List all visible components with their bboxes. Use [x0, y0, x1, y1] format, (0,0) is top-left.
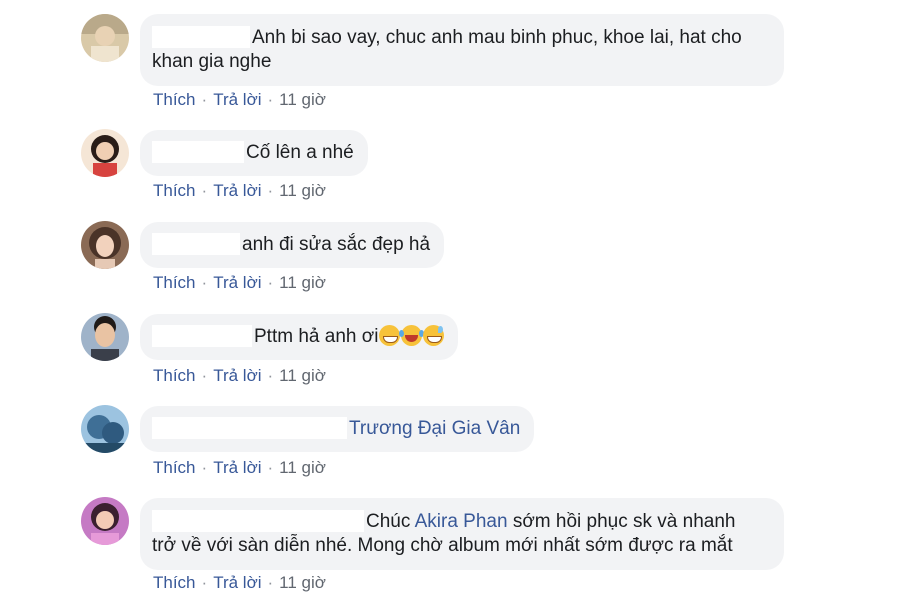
separator: ·: [267, 90, 274, 109]
comment-bubble: Anh bi sao vay, chuc anh mau binh phuc, …: [140, 14, 784, 86]
separator: ·: [201, 90, 208, 109]
separator: ·: [201, 181, 208, 200]
user-avatar[interactable]: [81, 14, 129, 62]
timestamp-link[interactable]: 11 giờ: [279, 273, 326, 292]
reply-link[interactable]: Trả lời: [213, 458, 261, 477]
comment-actions: Thích · Trả lời · 11 giờ: [153, 458, 326, 478]
like-link[interactable]: Thích: [153, 90, 196, 109]
like-link[interactable]: Thích: [153, 273, 196, 292]
user-avatar[interactable]: [81, 497, 129, 545]
like-link[interactable]: Thích: [153, 366, 196, 385]
comment-text: Cố lên a nhé: [246, 142, 354, 163]
user-avatar[interactable]: [81, 129, 129, 177]
comment-text: anh đi sửa sắc đẹp hả: [242, 234, 431, 255]
user-avatar[interactable]: [81, 313, 129, 361]
reply-link[interactable]: Trả lời: [213, 273, 261, 292]
avatar-image: [81, 129, 129, 177]
timestamp-link[interactable]: 11 giờ: [279, 181, 326, 200]
user-avatar[interactable]: [81, 221, 129, 269]
timestamp-link[interactable]: 11 giờ: [279, 573, 326, 592]
separator: ·: [201, 573, 208, 592]
comment-text: sớm hồi phục sk và nhanh: [512, 511, 736, 532]
separator: ·: [267, 458, 274, 477]
comment-actions: Thích · Trả lời · 11 giờ: [153, 366, 326, 386]
reply-link[interactable]: Trả lời: [213, 573, 261, 592]
comment-actions: Thích · Trả lời · 11 giờ: [153, 90, 326, 110]
like-link[interactable]: Thích: [153, 458, 196, 477]
comment-text: Pttm hả anh ơi: [254, 326, 379, 347]
avatar-image: [81, 14, 129, 62]
reply-link[interactable]: Trả lời: [213, 366, 261, 385]
reply-link[interactable]: Trả lời: [213, 90, 261, 109]
separator: ·: [267, 181, 274, 200]
separator: ·: [201, 366, 208, 385]
timestamp-link[interactable]: 11 giờ: [279, 458, 326, 477]
sweat-smile-emoji: [423, 325, 445, 346]
comment-actions: Thích · Trả lời · 11 giờ: [153, 573, 326, 593]
separator: ·: [201, 458, 208, 477]
comment-bubble: Cố lên a nhé: [140, 130, 368, 176]
redacted-username: [152, 510, 364, 532]
redacted-username: [152, 417, 347, 439]
separator: ·: [201, 273, 208, 292]
separator: ·: [267, 573, 274, 592]
avatar-image: [81, 221, 129, 269]
user-avatar[interactable]: [81, 405, 129, 453]
comment-bubble: Chúc Akira Phan sớm hồi phục sk và nhanh…: [140, 498, 784, 570]
separator: ·: [267, 366, 274, 385]
mention-link[interactable]: Trương Đại Gia Vân: [349, 418, 520, 439]
redacted-username: [152, 233, 240, 255]
comment-bubble: anh đi sửa sắc đẹp hả: [140, 222, 445, 268]
redacted-username: [152, 141, 244, 163]
timestamp-link[interactable]: 11 giờ: [279, 90, 326, 109]
redacted-username: [152, 325, 252, 347]
avatar-image: [81, 497, 129, 545]
comment-text: trở về với sàn diễn nhé. Mong chờ album …: [152, 535, 733, 556]
separator: ·: [267, 273, 274, 292]
comment-text: Chúc: [366, 511, 411, 532]
avatar-image: [81, 405, 129, 453]
reply-link[interactable]: Trả lời: [213, 181, 261, 200]
tears-of-joy-emoji: [399, 325, 425, 346]
comment-actions: Thích · Trả lời · 11 giờ: [153, 273, 326, 293]
like-link[interactable]: Thích: [153, 181, 196, 200]
grinning-face-emoji: [379, 325, 401, 346]
comment-bubble: Trương Đại Gia Vân: [140, 406, 535, 452]
like-link[interactable]: Thích: [153, 573, 196, 592]
avatar-image: [81, 313, 129, 361]
redacted-username: [152, 26, 250, 48]
comment-bubble: Pttm hả anh ơi: [140, 314, 459, 360]
timestamp-link[interactable]: 11 giờ: [279, 366, 326, 385]
comment-actions: Thích · Trả lời · 11 giờ: [153, 181, 326, 201]
mention-link[interactable]: Akira Phan: [415, 511, 508, 532]
